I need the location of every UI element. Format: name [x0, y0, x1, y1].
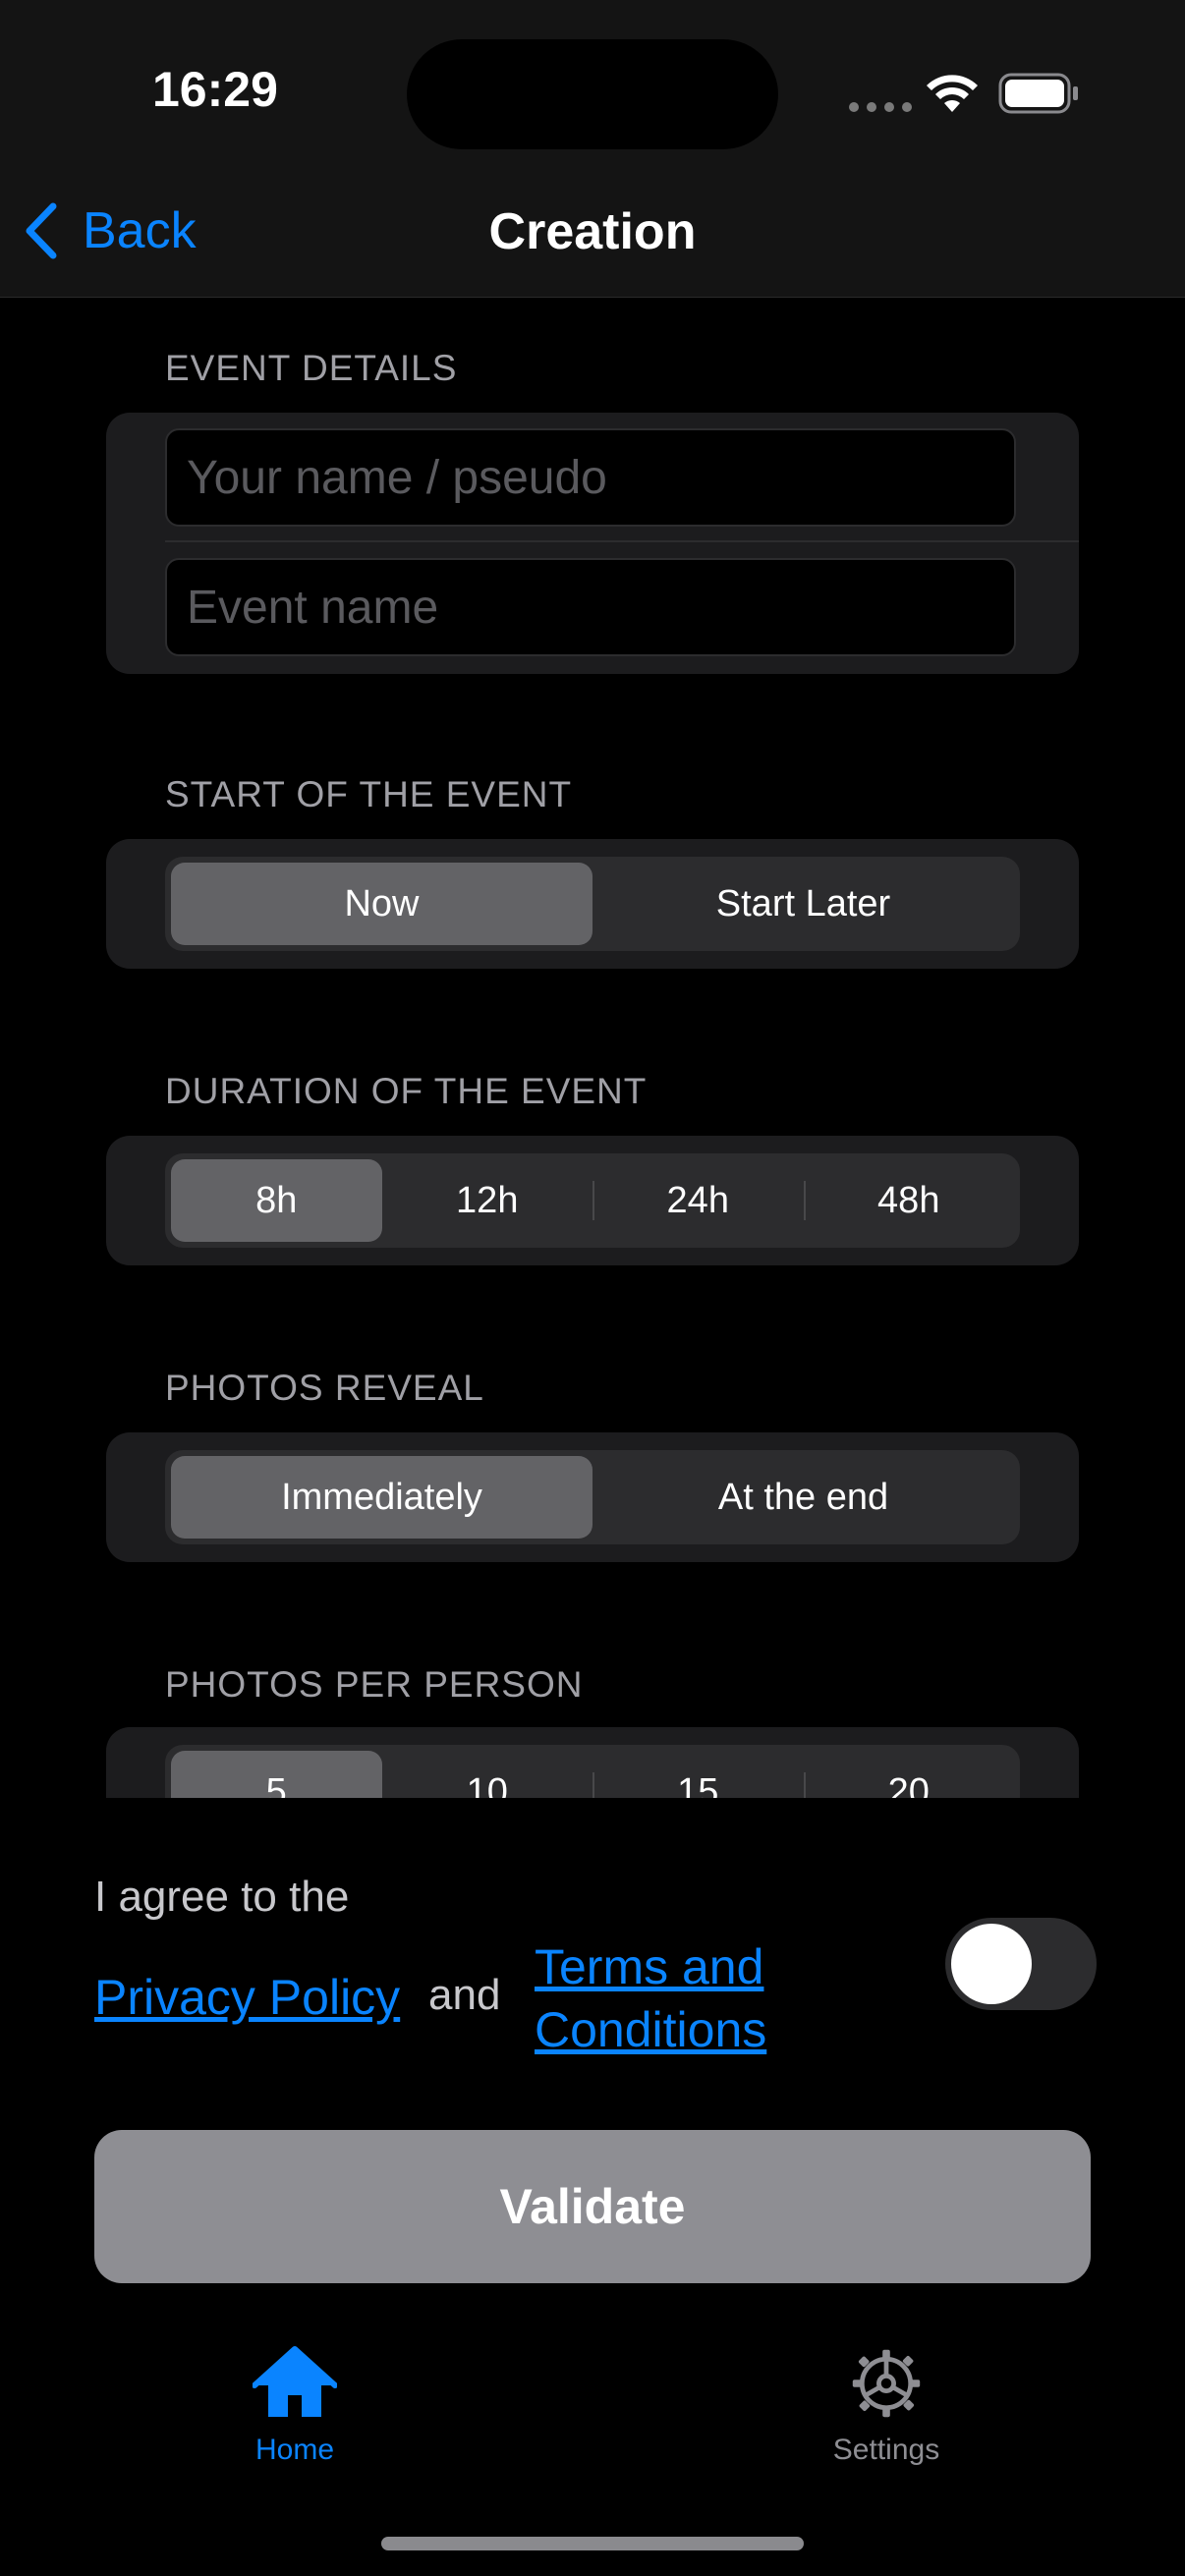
tab-home-label: Home	[254, 2434, 335, 2466]
segment-now[interactable]: Now	[171, 863, 592, 945]
segment-immediately[interactable]: Immediately	[171, 1456, 592, 1539]
divider	[165, 540, 1079, 542]
per-person-group: 5 10 15 20	[106, 1727, 1079, 1798]
house-icon	[252, 2346, 338, 2417]
per-person-segmented-control: 5 10 15 20	[165, 1745, 1020, 1798]
event-details-group	[106, 413, 1079, 674]
agreement-prefix: I agree to the	[94, 1873, 350, 1921]
section-label-event-details: EVENT DETAILS	[165, 348, 458, 388]
segment-5[interactable]: 5	[171, 1751, 382, 1798]
duration-group: 8h 12h 24h 48h	[106, 1136, 1079, 1265]
cellular-signal-icon	[849, 102, 912, 112]
battery-icon	[998, 73, 1081, 119]
segment-15[interactable]: 15	[592, 1751, 804, 1798]
home-indicator	[381, 2537, 804, 2550]
tab-settings-label: Settings	[832, 2434, 940, 2466]
terms-line-2: Conditions	[535, 2002, 767, 2057]
validate-button[interactable]: Validate	[94, 2130, 1091, 2283]
duration-segmented-control: 8h 12h 24h 48h	[165, 1153, 1020, 1248]
form-scroll-area[interactable]: EVENT DETAILS START OF THE EVENT Now Sta…	[0, 297, 1185, 1798]
section-label-per-person: PHOTOS PER PERSON	[165, 1664, 584, 1705]
agreement-toggle[interactable]	[945, 1918, 1097, 2010]
segment-48h[interactable]: 48h	[803, 1159, 1015, 1242]
segment-10[interactable]: 10	[382, 1751, 593, 1799]
wifi-icon	[924, 73, 981, 119]
gear-icon	[852, 2349, 921, 2418]
page-title: Creation	[488, 203, 697, 260]
start-segmented-control: Now Start Later	[165, 857, 1020, 951]
section-label-reveal: PHOTOS REVEAL	[165, 1368, 484, 1408]
name-input[interactable]	[165, 428, 1016, 527]
reveal-segmented-control: Immediately At the end	[165, 1450, 1020, 1544]
agreement-and: and	[428, 1971, 501, 2019]
toggle-knob	[951, 1924, 1032, 2004]
segment-8h[interactable]: 8h	[171, 1159, 382, 1242]
section-label-start: START OF THE EVENT	[165, 774, 573, 814]
dynamic-island	[407, 39, 778, 149]
segment-12h[interactable]: 12h	[382, 1159, 593, 1242]
segment-at-the-end[interactable]: At the end	[592, 1456, 1014, 1539]
segment-24h[interactable]: 24h	[592, 1159, 804, 1242]
tab-settings[interactable]: Settings	[759, 2346, 1014, 2467]
segment-start-later[interactable]: Start Later	[592, 863, 1014, 945]
terms-line-1: Terms and	[535, 1939, 764, 1994]
privacy-policy-link[interactable]: Privacy Policy	[94, 1969, 400, 2026]
segment-20[interactable]: 20	[803, 1751, 1015, 1798]
start-group: Now Start Later	[106, 839, 1079, 969]
status-time: 16:29	[152, 62, 278, 117]
tab-home[interactable]: Home	[167, 2346, 423, 2467]
event-name-input[interactable]	[165, 558, 1016, 656]
section-label-duration: DURATION OF THE EVENT	[165, 1071, 648, 1111]
terms-conditions-link[interactable]: Terms and Conditions	[535, 1935, 766, 2061]
reveal-group: Immediately At the end	[106, 1432, 1079, 1562]
